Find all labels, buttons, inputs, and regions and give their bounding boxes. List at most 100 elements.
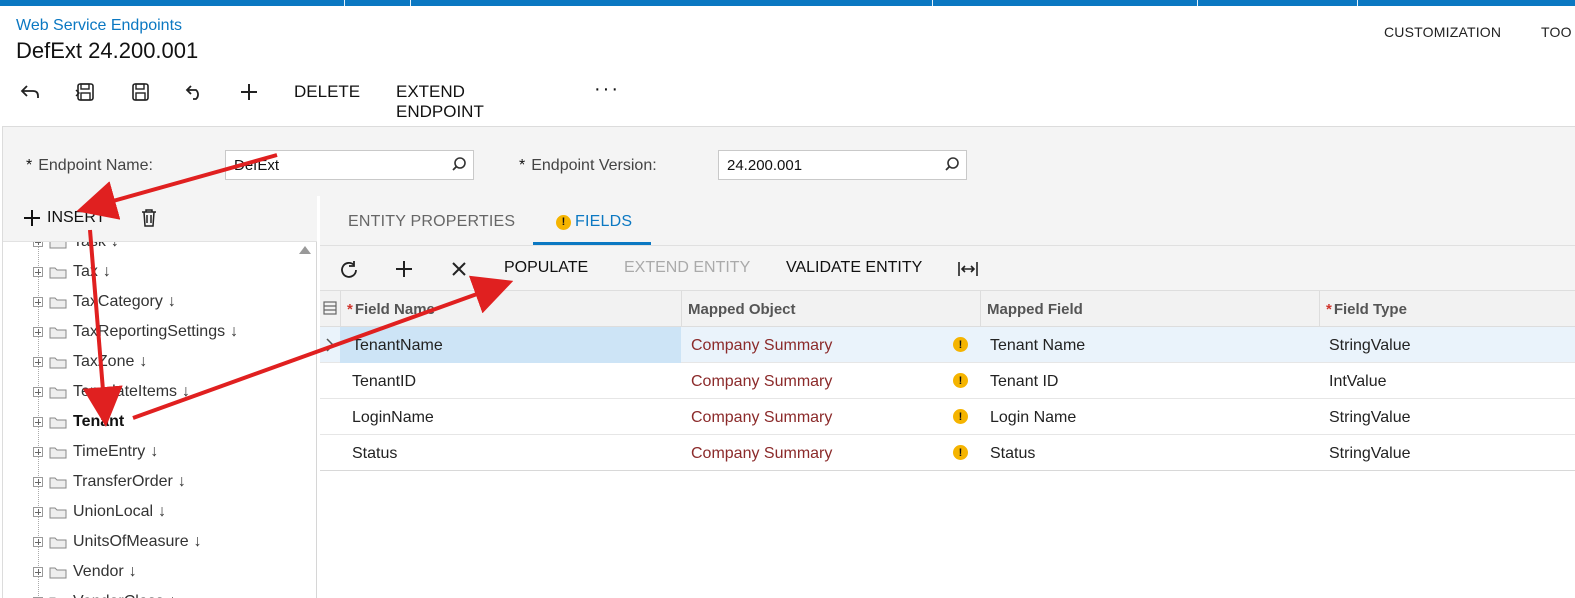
tree-item[interactable]: TaxZone ↓ (33, 350, 147, 374)
table-row[interactable]: Status Company Summary! Status StringValue (320, 435, 1575, 471)
extend-endpoint-button[interactable]: EXTEND ENDPOINT (396, 82, 484, 122)
expand-icon[interactable] (33, 327, 43, 337)
tab-fields-label: FIELDS (575, 213, 633, 230)
expand-icon[interactable] (33, 297, 43, 307)
cell-field-type[interactable]: StringValue (1319, 399, 1575, 435)
tree-item[interactable]: Vendor ↓ (33, 560, 137, 584)
tree-item-arrow: ↓ (167, 293, 176, 310)
tree-item-arrow: ↓ (169, 593, 177, 598)
add-icon[interactable] (234, 76, 264, 108)
breadcrumb[interactable]: Web Service Endpoints (16, 17, 182, 35)
folder-icon (49, 537, 67, 548)
trash-icon[interactable] (140, 208, 158, 233)
column-mapped-field[interactable]: Mapped Field (980, 291, 1319, 327)
expand-icon[interactable] (33, 507, 43, 517)
cell-field-type[interactable]: IntValue (1319, 363, 1575, 399)
extend-entity-button[interactable]: EXTEND ENTITY (624, 259, 750, 277)
cell-mapped-object[interactable]: Company Summary (681, 363, 980, 399)
folder-icon (49, 417, 67, 428)
tree-item-arrow: ↓ (111, 242, 119, 251)
cell-field-name[interactable]: TenantID (340, 363, 681, 399)
more-menu-button[interactable]: ··· (594, 78, 620, 101)
save-and-close-icon[interactable] (70, 76, 100, 108)
tree-item[interactable]: TransferOrder ↓ (33, 470, 186, 494)
tools-menu[interactable]: TOO (1541, 24, 1572, 40)
folder-icon (49, 447, 67, 458)
expand-icon[interactable] (33, 567, 43, 577)
tree-toolbar: INSERT (3, 196, 317, 242)
fit-columns-icon[interactable] (957, 258, 979, 280)
folder-icon (49, 327, 67, 338)
customization-menu[interactable]: CUSTOMIZATION (1384, 24, 1501, 40)
expand-icon[interactable] (33, 387, 43, 397)
insert-label: INSERT (47, 209, 106, 226)
column-field-name[interactable]: * Field Name (340, 291, 681, 327)
tree-item-label: TaxCategory (73, 293, 163, 310)
tree-item[interactable]: Task ↓ (33, 242, 119, 254)
delete-button[interactable]: DELETE (294, 82, 360, 102)
warning-icon: ! (556, 214, 571, 230)
expand-icon[interactable] (33, 417, 43, 427)
tree-item[interactable]: TemplateItems ↓ (33, 380, 190, 404)
folder-icon (49, 357, 67, 368)
tree-item[interactable]: VendorClass ↓ (33, 590, 177, 598)
table-row[interactable]: TenantID Company Summary! Tenant ID IntValu… (320, 363, 1575, 399)
cell-mapped-field[interactable]: Status (980, 435, 1319, 471)
column-mapped-object[interactable]: Mapped Object (681, 291, 980, 327)
cell-field-name[interactable]: LoginName (340, 399, 681, 435)
table-row[interactable]: LoginName Company Summary! Login Name Strin… (320, 399, 1575, 435)
scroll-up-icon[interactable] (299, 246, 311, 254)
search-icon[interactable] (944, 156, 960, 176)
endpoint-name-input[interactable]: DefExt (225, 150, 474, 180)
tree-item[interactable]: UnionLocal ↓ (33, 500, 166, 524)
cell-field-name[interactable]: TenantName (340, 327, 681, 363)
warning-icon: ! (953, 409, 968, 424)
tab-fields[interactable]: ! FIELDS (556, 213, 632, 231)
cell-field-type[interactable]: StringValue (1319, 327, 1575, 363)
cell-mapped-object[interactable]: Company Summary (681, 327, 980, 363)
back-icon[interactable] (15, 76, 45, 108)
cell-mapped-field[interactable]: Login Name (980, 399, 1319, 435)
table-row[interactable]: TenantName Company Summary! Tenant Name Str… (320, 327, 1575, 363)
folder-icon (49, 507, 67, 518)
tree-item-label: VendorClass (73, 593, 164, 598)
tree-item[interactable]: TaxReportingSettings ↓ (33, 320, 238, 344)
cell-mapped-object[interactable]: Company Summary (681, 435, 980, 471)
tree-item-label: TransferOrder (73, 473, 173, 490)
tree-item-label: Task (73, 242, 106, 251)
expand-icon[interactable] (33, 242, 43, 247)
insert-button[interactable]: INSERT (23, 209, 105, 227)
cell-field-name[interactable]: Status (340, 435, 681, 471)
expand-icon[interactable] (33, 267, 43, 277)
expand-icon[interactable] (33, 357, 43, 367)
cell-field-type[interactable]: StringValue (1319, 435, 1575, 471)
validate-entity-button[interactable]: VALIDATE ENTITY (786, 259, 922, 277)
tree-item[interactable]: TimeEntry ↓ (33, 440, 158, 464)
column-settings-icon[interactable] (320, 291, 340, 327)
endpoint-version-input[interactable]: 24.200.001 (718, 150, 967, 180)
add-row-icon[interactable] (393, 258, 415, 280)
delete-row-icon[interactable] (448, 258, 470, 280)
expand-icon[interactable] (33, 477, 43, 487)
column-field-type[interactable]: * Field Type (1319, 291, 1575, 327)
tree-item-label: UnitsOfMeasure (73, 533, 189, 550)
search-icon[interactable] (451, 156, 467, 176)
expand-icon[interactable] (33, 537, 43, 547)
cell-mapped-object[interactable]: Company Summary (681, 399, 980, 435)
save-icon[interactable] (125, 76, 155, 108)
tree-item[interactable]: Tenant (33, 410, 129, 434)
refresh-icon[interactable] (338, 258, 360, 280)
tree-item[interactable]: TaxCategory ↓ (33, 290, 176, 314)
populate-button[interactable]: POPULATE (504, 259, 588, 277)
cell-mapped-field[interactable]: Tenant Name (980, 327, 1319, 363)
grid-toolbar: POPULATE EXTEND ENTITY VALIDATE ENTITY (320, 246, 1575, 291)
tree-item[interactable]: UnitsOfMeasure ↓ (33, 530, 202, 554)
tab-entity-properties[interactable]: ENTITY PROPERTIES (348, 213, 515, 231)
warning-icon: ! (953, 445, 968, 460)
undo-icon[interactable] (180, 76, 210, 108)
plus-icon (24, 210, 40, 226)
tree-item-arrow: ↓ (150, 443, 159, 460)
expand-icon[interactable] (33, 447, 43, 457)
tree-item[interactable]: Tax ↓ (33, 260, 111, 284)
cell-mapped-field[interactable]: Tenant ID (980, 363, 1319, 399)
